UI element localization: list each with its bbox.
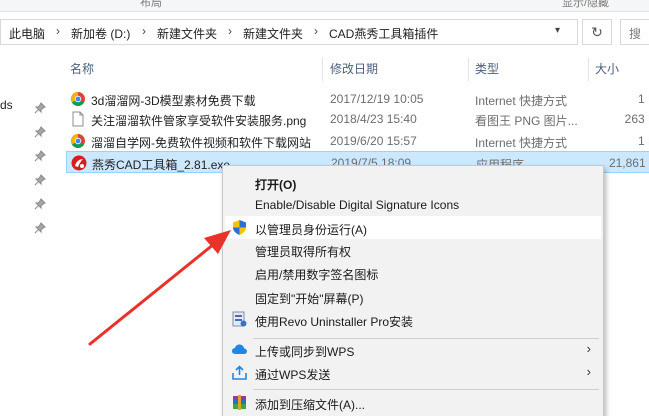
chevron-right-icon: ›	[586, 364, 591, 379]
menu-item-wps-sync[interactable]: 上传或同步到WPS ›	[225, 338, 601, 361]
file-name: 关注溜溜软件管家享受软件安装服务.png	[91, 114, 307, 128]
menu-item-add-to-archive[interactable]: 添加到压缩文件(A)...	[225, 391, 601, 414]
file-date: 2017/12/19 10:05	[330, 92, 424, 106]
pin-icon[interactable]	[34, 174, 46, 186]
breadcrumb-separator-icon[interactable]: ›	[56, 24, 60, 38]
wps-cloud-icon	[232, 344, 247, 354]
chevron-down-icon[interactable]: ▾	[555, 25, 560, 36]
address-bar[interactable]: 此电脑 › 新加卷 (D:) › 新建文件夹 › 新建文件夹 › CAD燕秀工具…	[0, 19, 578, 45]
file-row[interactable]: 溜溜自学网-免费软件视频和软件下载网站 2019/6/20 15:57 Inte…	[66, 130, 649, 152]
file-size: 1 K	[637, 92, 649, 106]
breadcrumb-separator-icon[interactable]: ›	[142, 24, 146, 38]
breadcrumb-drive-d[interactable]: 新加卷 (D:)	[71, 25, 130, 42]
pin-icon[interactable]	[34, 198, 46, 210]
breadcrumb-current-folder[interactable]: CAD燕秀工具箱插件	[329, 25, 438, 42]
menu-item-revo-install[interactable]: 使用Revo Uninstaller Pro安装	[225, 308, 601, 331]
revo-uninstaller-icon	[232, 311, 247, 327]
uac-shield-icon	[233, 220, 246, 235]
pin-icon[interactable]	[34, 102, 46, 114]
menu-separator	[253, 389, 599, 390]
nav-item-partial-label[interactable]: ds	[0, 98, 13, 112]
file-type: 看图王 PNG 图片...	[475, 114, 578, 128]
column-header-type[interactable]: 类型	[475, 60, 499, 77]
menu-item-take-ownership[interactable]: 管理员取得所有权	[225, 238, 601, 261]
menu-item-label: 打开(O)	[255, 178, 297, 192]
menu-item-pin-to-start[interactable]: 固定到"开始"屏幕(P)	[225, 285, 601, 308]
pin-icon[interactable]	[34, 126, 46, 138]
breadcrumb-separator-icon[interactable]: ›	[314, 24, 318, 38]
menu-item-label: Enable/Disable Digital Signature Icons	[255, 198, 460, 212]
menu-item-label: 固定到"开始"屏幕(P)	[255, 292, 364, 306]
file-size: 1 K	[637, 134, 649, 148]
winrar-icon	[233, 395, 246, 410]
navigation-pane: ds	[0, 50, 55, 416]
menu-item-toggle-signature-icons[interactable]: Enable/Disable Digital Signature Icons	[225, 193, 601, 216]
cad-app-icon	[71, 155, 87, 171]
column-divider[interactable]	[468, 57, 469, 81]
file-name: 燕秀CAD工具箱_2.81.exe	[92, 158, 231, 172]
file-type: Internet 快捷方式	[475, 136, 568, 150]
file-row[interactable]: 关注溜溜软件管家享受软件安装服务.png 2018/4/23 15:40 看图王…	[66, 108, 649, 130]
pin-icon[interactable]	[34, 150, 46, 162]
file-row[interactable]: 3d溜溜网-3D模型素材免费下载 2017/12/19 10:05 Intern…	[66, 88, 649, 110]
chevron-right-icon: ›	[586, 341, 591, 356]
menu-item-open[interactable]: 打开(O)	[225, 171, 601, 194]
breadcrumb-separator-icon[interactable]: ›	[228, 24, 232, 38]
context-menu: 打开(O) Enable/Disable Digital Signature I…	[222, 165, 604, 416]
search-input[interactable]: 搜	[620, 19, 649, 45]
refresh-icon: ↻	[591, 24, 603, 40]
pin-icon[interactable]	[34, 222, 46, 234]
menu-item-wps-send[interactable]: 通过WPS发送 ›	[225, 361, 601, 384]
menu-item-label: 添加到压缩文件(A)...	[255, 398, 365, 412]
breadcrumb-folder-2[interactable]: 新建文件夹	[243, 25, 303, 42]
address-row: 此电脑 › 新加卷 (D:) › 新建文件夹 › 新建文件夹 › CAD燕秀工具…	[0, 16, 649, 48]
file-date: 2018/4/23 15:40	[330, 112, 417, 126]
file-name: 溜溜自学网-免费软件视频和软件下载网站	[91, 136, 311, 150]
menu-item-label: 使用Revo Uninstaller Pro安装	[255, 315, 414, 329]
chrome-icon	[71, 134, 85, 148]
file-name: 3d溜溜网-3D模型素材免费下载	[91, 94, 256, 108]
ribbon-strip: 布局 显示/隐藏	[0, 0, 649, 12]
search-placeholder: 搜	[629, 27, 642, 41]
wps-share-icon	[232, 365, 247, 380]
menu-item-label: 管理员取得所有权	[255, 245, 352, 259]
breadcrumb-folder-1[interactable]: 新建文件夹	[157, 25, 217, 42]
column-header-name[interactable]: 名称	[70, 60, 94, 77]
menu-item-label: 启用/禁用数字签名图标	[255, 268, 379, 282]
menu-item-run-as-admin[interactable]: 以管理员身份运行(A)	[225, 216, 601, 239]
file-type: Internet 快捷方式	[475, 94, 568, 108]
column-divider[interactable]	[322, 57, 323, 81]
ribbon-group-label-right: 显示/隐藏	[562, 0, 610, 9]
file-size: 263 K	[624, 112, 649, 126]
menu-item-label: 上传或同步到WPS	[255, 345, 355, 359]
ribbon-group-label-left: 布局	[140, 0, 162, 9]
refresh-button[interactable]: ↻	[582, 19, 612, 45]
breadcrumb-this-pc[interactable]: 此电脑	[9, 25, 45, 42]
file-date: 2019/6/20 15:57	[330, 134, 417, 148]
menu-item-label: 通过WPS发送	[255, 368, 331, 382]
chrome-icon	[71, 92, 85, 106]
column-header-size[interactable]: 大小	[595, 60, 619, 77]
png-file-icon	[72, 111, 84, 127]
menu-item-toggle-signature-icons-cn[interactable]: 启用/禁用数字签名图标	[225, 261, 601, 284]
annotation-arrow-shaft	[88, 242, 216, 346]
column-header-date[interactable]: 修改日期	[330, 60, 378, 77]
menu-item-label: 以管理员身份运行(A)	[255, 223, 367, 237]
column-divider[interactable]	[588, 57, 589, 81]
